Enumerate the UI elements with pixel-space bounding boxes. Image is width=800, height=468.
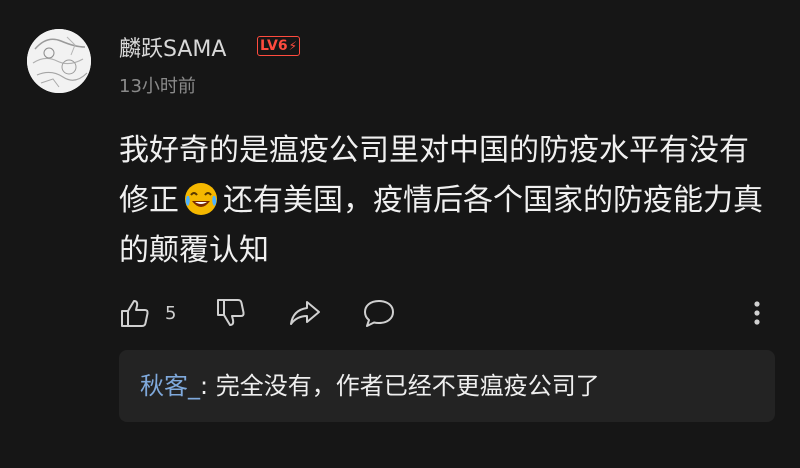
reply-author[interactable]: 秋客_ — [140, 372, 200, 400]
reply-button[interactable] — [362, 295, 396, 331]
username[interactable]: 麟跃SAMA — [119, 31, 226, 63]
reply-text: 完全没有，作者已经不更瘟疫公司了 — [215, 372, 600, 400]
laughing-crying-emoji-icon — [183, 181, 219, 217]
avatar[interactable] — [27, 29, 91, 93]
reply-preview[interactable]: 秋客_: 完全没有，作者已经不更瘟疫公司了 — [119, 350, 775, 422]
more-options-button[interactable] — [747, 295, 767, 331]
dislike-button[interactable] — [215, 295, 247, 331]
reply-separator: : — [200, 372, 216, 400]
share-button[interactable] — [288, 295, 322, 331]
action-bar: 5 — [119, 295, 779, 331]
like-button[interactable]: 5 — [119, 295, 176, 331]
comment-bubble-icon — [364, 300, 394, 327]
level-badge-text: LV6 — [260, 38, 288, 54]
share-icon — [290, 301, 320, 325]
thumbs-down-icon — [217, 299, 245, 326]
lightning-icon: ⚡ — [288, 39, 298, 53]
more-vertical-icon — [754, 301, 760, 325]
like-count: 5 — [165, 302, 177, 324]
reply-line: 秋客_: 完全没有，作者已经不更瘟疫公司了 — [140, 366, 600, 406]
thumbs-up-icon — [121, 300, 149, 327]
level-badge: LV6 ⚡ — [257, 36, 301, 56]
comment-text: 我好奇的是瘟疫公司里对中国的防疫水平有没有修正 还有美国，疫情后各个国家的防疫能… — [119, 126, 769, 276]
comment-time: 13小时前 — [119, 76, 196, 97]
